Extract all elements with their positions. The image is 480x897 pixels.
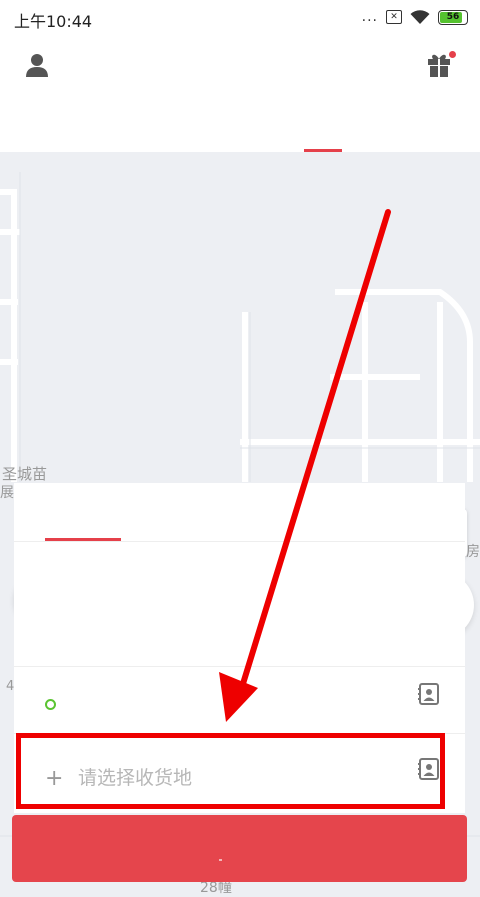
more-dots: ... <box>361 9 378 25</box>
battery-icon: 56 <box>438 9 468 25</box>
confirm-button[interactable] <box>12 815 467 882</box>
status-time: 上午10:44 <box>14 12 93 31</box>
status-icons: ... ✕ 56 <box>362 8 468 26</box>
button-mark <box>219 859 222 861</box>
no-sim-icon: ✕ <box>386 10 402 24</box>
map-label-2: 展 <box>0 485 14 501</box>
contacts-icon[interactable] <box>418 683 440 705</box>
gift-icon <box>428 54 450 77</box>
notification-dot <box>449 51 456 58</box>
divider <box>14 666 465 667</box>
origin-dot-icon <box>45 699 56 710</box>
battery-level: 56 <box>446 11 460 22</box>
gift-button[interactable] <box>426 51 456 78</box>
highlight-box <box>16 733 445 809</box>
top-bar <box>0 36 480 152</box>
wifi-icon <box>410 10 430 24</box>
avatar-icon[interactable] <box>24 52 50 78</box>
divider <box>14 541 465 542</box>
map-label-1: 圣城苗 <box>2 465 47 483</box>
status-bar: 上午10:44 ... ✕ 56 <box>0 0 480 36</box>
